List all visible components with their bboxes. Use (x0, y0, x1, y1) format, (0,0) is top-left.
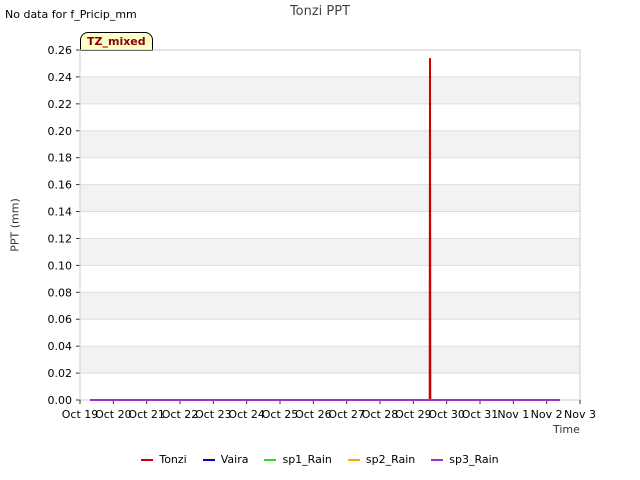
y-tick-label: 0.18 (48, 152, 73, 165)
y-tick-label: 0.10 (48, 259, 73, 272)
legend-label: sp3_Rain (449, 453, 499, 466)
legend-swatch (202, 458, 215, 461)
x-tick-label: Oct 30 (428, 408, 465, 421)
y-tick-label: 0.14 (48, 206, 73, 219)
legend-swatch (347, 458, 360, 461)
x-tick-label: Oct 28 (362, 408, 399, 421)
x-tick-label: Oct 26 (295, 408, 332, 421)
legend-item-sp1_rain: sp1_Rain (264, 453, 332, 466)
x-tick-label: Oct 19 (62, 408, 99, 421)
y-tick-label: 0.24 (48, 71, 73, 84)
x-tick-label: Nov 1 (497, 408, 529, 421)
legend-label: sp2_Rain (365, 453, 416, 466)
legend-swatch (431, 458, 444, 461)
grid-band (80, 76, 580, 104)
y-tick-label: 0.04 (48, 340, 73, 353)
legend: Tonzi Vaira sp1_Rain sp2_Rain sp3_Rain (0, 453, 640, 466)
x-tick-label: Oct 23 (195, 408, 232, 421)
y-tick-label: 0.20 (48, 125, 73, 138)
legend-label: Tonzi (159, 453, 187, 466)
chart-plot: 0.00 0.02 0.04 0.06 0.08 0.10 0.12 0.14 0.16 0.18… (48, 44, 596, 421)
legend-item-tonzi: Tonzi (141, 453, 187, 466)
x-tick-label: Oct 29 (395, 408, 432, 421)
grid-band (80, 130, 580, 158)
legend-item-vaira: Vaira (202, 453, 249, 466)
y-tick-label: 0.08 (48, 286, 73, 299)
y-tick-label: 0.26 (48, 44, 73, 57)
y-tick-label: 0.22 (48, 98, 73, 111)
legend-label: sp1_Rain (282, 453, 332, 466)
legend-item-sp3_rain: sp3_Rain (431, 453, 499, 466)
x-tick-label: Nov 2 (531, 408, 563, 421)
legend-item-sp2_rain: sp2_Rain (347, 453, 416, 466)
x-tick-label: Oct 20 (95, 408, 132, 421)
x-tick-label: Oct 21 (128, 408, 165, 421)
grid-band (80, 238, 580, 266)
y-tick-label: 0.12 (48, 232, 73, 245)
grid-band (80, 292, 580, 320)
legend-swatch (141, 458, 154, 461)
y-tick-label: 0.02 (48, 367, 73, 380)
y-tick-label: 0.06 (48, 313, 73, 326)
y-tick-label: 0.16 (48, 179, 73, 192)
legend-label: Vaira (220, 453, 249, 466)
x-tick-label: Oct 31 (462, 408, 499, 421)
x-tick-label: Oct 27 (328, 408, 365, 421)
grid-band (80, 184, 580, 212)
grid-band (80, 346, 580, 374)
x-tick-label: Oct 22 (162, 408, 199, 421)
x-tick-label: Oct 25 (262, 408, 299, 421)
legend-swatch (264, 458, 277, 461)
x-tick-label: Oct 24 (228, 408, 265, 421)
y-tick-label: 0.00 (48, 394, 73, 407)
x-tick-label: Nov 3 (564, 408, 596, 421)
